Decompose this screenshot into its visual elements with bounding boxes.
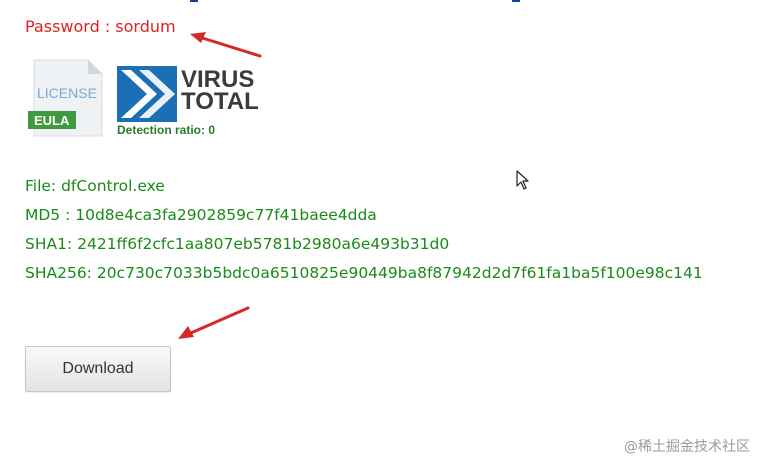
file-info-block: File: dfControl.exe MD5 : 10d8e4ca3fa290… <box>25 172 703 288</box>
mouse-pointer-icon <box>516 170 529 190</box>
virustotal-logo: VIRUS TOTAL Detection ratio: 0 <box>117 64 267 138</box>
top-cut-text-strip <box>190 0 520 2</box>
virustotal-mark-icon <box>117 66 177 122</box>
license-word: LICENSE <box>37 85 97 101</box>
page: Password : sordum LICENSE EULA VIRUS TOT… <box>0 0 764 469</box>
download-button[interactable]: Download <box>25 346 171 392</box>
password-arrow-icon <box>190 32 262 58</box>
detection-ratio: Detection ratio: 0 <box>117 123 216 137</box>
sha1-hash: SHA1: 2421ff6f2cfc1aa807eb5781b2980a6e49… <box>25 235 450 253</box>
md5-hash: MD5 : 10d8e4ca3fa2902859c77f41baee4dda <box>25 206 377 224</box>
download-arrow-icon <box>178 306 250 339</box>
password-label: Password : sordum <box>25 17 176 36</box>
file-name: File: dfControl.exe <box>25 177 165 195</box>
license-eula-icon: LICENSE EULA <box>28 58 104 138</box>
watermark-text: @稀土掘金技术社区 <box>624 439 750 455</box>
sha256-hash: SHA256: 20c730c7033b5bdc0a6510825e90449b… <box>25 264 703 282</box>
eula-badge: EULA <box>34 113 70 128</box>
virustotal-word-total: TOTAL <box>181 88 259 115</box>
